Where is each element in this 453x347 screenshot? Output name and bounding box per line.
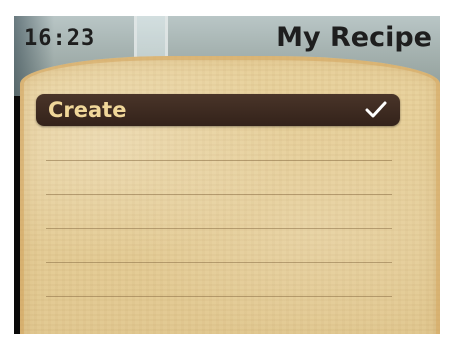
page-title: My Recipe: [276, 22, 432, 53]
empty-row-line[interactable]: [46, 228, 392, 229]
device-frame: 16:23 My Recipe Create: [0, 0, 453, 347]
empty-row-line[interactable]: [46, 160, 392, 161]
menu-item-label: Create: [48, 98, 127, 122]
clock: 16:23: [24, 26, 96, 51]
empty-row-line[interactable]: [46, 194, 392, 195]
checkmark-icon: [365, 101, 387, 118]
screen: 16:23 My Recipe Create: [14, 16, 440, 334]
empty-row-line[interactable]: [46, 296, 392, 297]
menu-item-create[interactable]: Create: [36, 94, 400, 126]
empty-row-line[interactable]: [46, 262, 392, 263]
